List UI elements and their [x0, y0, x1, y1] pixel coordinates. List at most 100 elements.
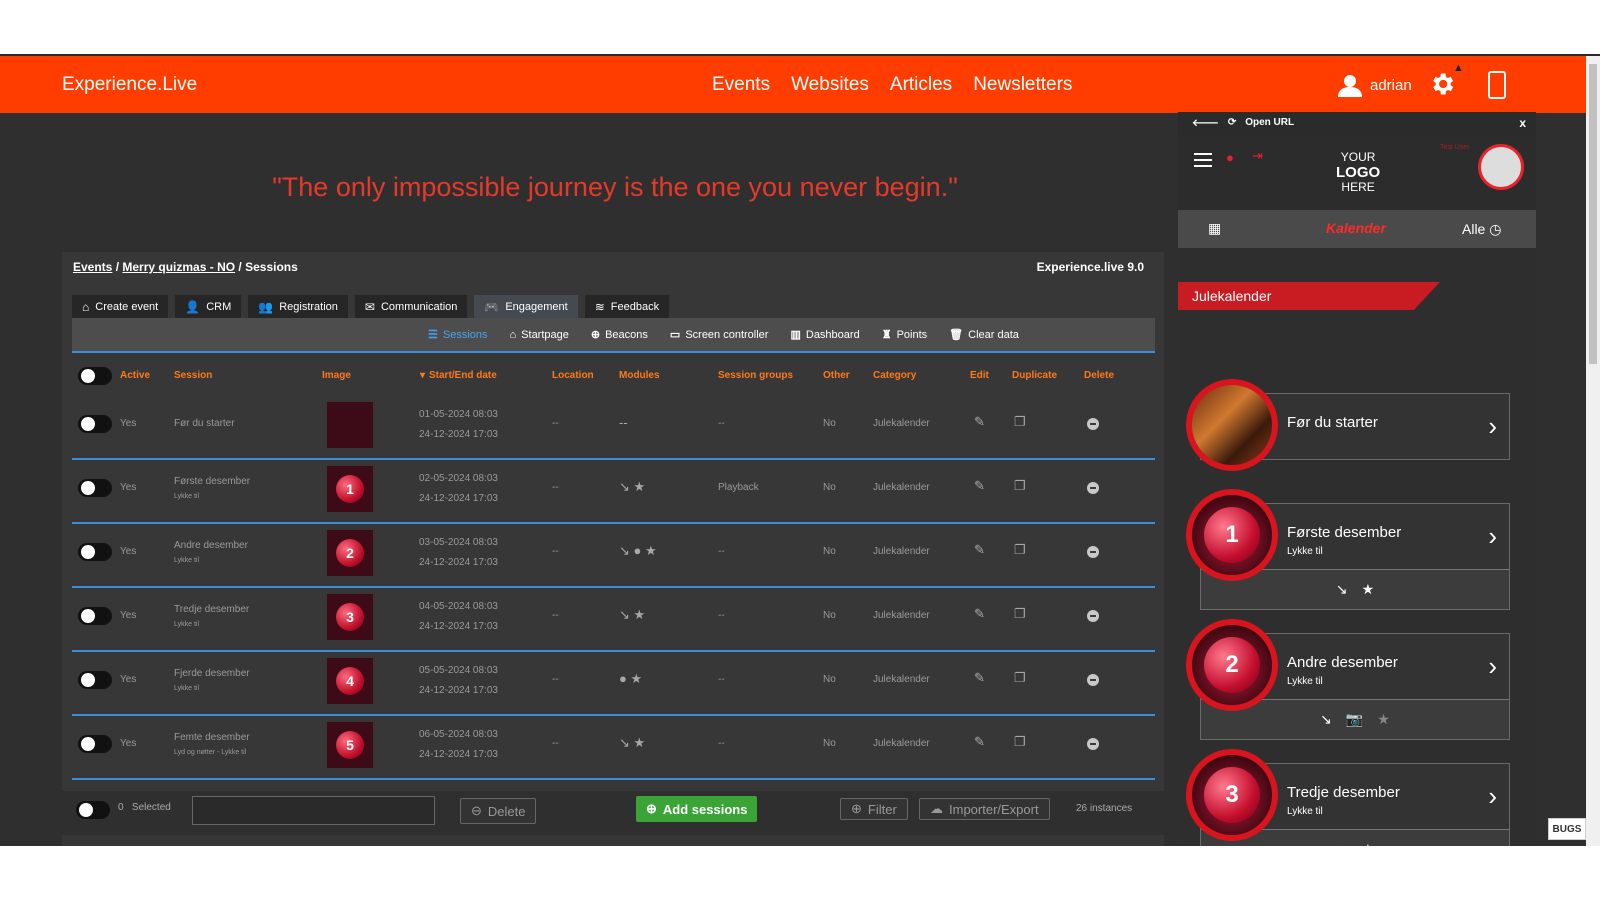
active-toggle[interactable]: [78, 543, 112, 561]
edit-pencil-icon[interactable]: ✎: [974, 606, 985, 622]
filter-all[interactable]: Alle ◷: [1462, 221, 1501, 238]
active-toggle[interactable]: [78, 415, 112, 433]
duplicate-icon[interactable]: ❐: [1014, 478, 1026, 494]
refresh-icon[interactable]: ⟳: [1228, 117, 1236, 129]
open-url-link[interactable]: Open URL: [1245, 117, 1294, 129]
col-category[interactable]: Category: [873, 370, 916, 381]
col-start-end-date[interactable]: Start/End date: [429, 370, 497, 381]
brand-logo[interactable]: Experience.Live: [62, 74, 197, 96]
nav-websites[interactable]: Websites: [791, 74, 869, 96]
breadcrumb-current: Sessions: [245, 260, 298, 274]
table-row[interactable]: Yes Første desember Lykke til 1 02-05-20…: [72, 460, 1155, 524]
tab-crm[interactable]: 👤 CRM: [175, 295, 242, 318]
avatar[interactable]: [1478, 144, 1524, 190]
scrollbar-thumb[interactable]: [1589, 64, 1597, 364]
chevron-right-icon[interactable]: ›: [1488, 521, 1497, 552]
edit-pencil-icon[interactable]: ✎: [974, 542, 985, 558]
table-row[interactable]: Yes Fjerde desember Lykke til 4 05-05-20…: [72, 652, 1155, 716]
subnav-startpage[interactable]: ⌂ Startpage: [510, 328, 569, 341]
active-toggle[interactable]: [78, 607, 112, 625]
back-arrow-icon[interactable]: 🡐: [1192, 117, 1219, 129]
breadcrumb-event[interactable]: Merry quizmas - NO: [122, 260, 235, 274]
col-location[interactable]: Location: [552, 370, 594, 381]
logout-icon[interactable]: ⇥: [1252, 148, 1263, 164]
active-toggle[interactable]: [78, 479, 112, 497]
chevron-right-icon[interactable]: ›: [1488, 781, 1497, 812]
warning-icon[interactable]: ▲: [1453, 62, 1464, 74]
tab-registration[interactable]: 👥 Registration: [248, 295, 348, 318]
subnav-points[interactable]: ♜ Points: [882, 328, 927, 342]
session-name[interactable]: Fjerde desember: [174, 668, 250, 679]
table-row[interactable]: Yes Andre desember Lykke til 2 03-05-202…: [72, 524, 1155, 588]
hamburger-menu-icon[interactable]: [1194, 153, 1212, 171]
tab-communication[interactable]: ✉ Communication: [354, 295, 468, 318]
active-value: Yes: [120, 610, 137, 621]
add-sessions-button[interactable]: ⊕ Add sessions: [636, 796, 758, 822]
nav-events[interactable]: Events: [712, 74, 770, 96]
tab-feedback[interactable]: ≋ Feedback: [584, 295, 670, 318]
subnav-screen-controller[interactable]: ▭ Screen controller: [670, 328, 769, 342]
session-name[interactable]: Tredje desember: [174, 604, 249, 615]
delete-minus-icon[interactable]: [1087, 738, 1099, 750]
session-name[interactable]: Første desember: [174, 476, 250, 487]
duplicate-icon[interactable]: ❐: [1014, 542, 1026, 558]
settings-gear-icon[interactable]: [1428, 70, 1456, 98]
delete-minus-icon[interactable]: [1087, 674, 1099, 686]
delete-minus-icon[interactable]: [1087, 610, 1099, 622]
col-active[interactable]: Active: [120, 370, 150, 381]
table-row[interactable]: Yes Før du starter 01-05-2024 08:03 24-1…: [72, 396, 1155, 460]
bulk-action-input[interactable]: [192, 796, 435, 825]
session-name[interactable]: Før du starter: [174, 418, 235, 429]
motivational-quote: "The only impossible journey is the one …: [272, 172, 958, 202]
subnav-beacons[interactable]: ⊕ Beacons: [591, 328, 648, 342]
other-value: No: [823, 546, 836, 557]
mobile-preview-icon[interactable]: [1488, 71, 1506, 99]
duplicate-icon[interactable]: ❐: [1014, 670, 1026, 686]
col-session[interactable]: Session: [174, 370, 212, 381]
filter-button[interactable]: ⊕ Filter: [840, 798, 908, 820]
chevron-right-icon[interactable]: ›: [1488, 651, 1497, 682]
delete-minus-icon[interactable]: [1087, 418, 1099, 430]
active-toggle[interactable]: [78, 671, 112, 689]
edit-pencil-icon[interactable]: ✎: [974, 734, 985, 750]
bulk-select-toggle[interactable]: [76, 801, 110, 819]
modules-icons: ↘ ★: [619, 735, 646, 750]
nav-articles[interactable]: Articles: [890, 74, 952, 96]
table-row[interactable]: Yes Femte desember Lyd og nøtter - Lykke…: [72, 716, 1155, 780]
duplicate-icon[interactable]: ❐: [1014, 606, 1026, 622]
session-name[interactable]: Andre desember: [174, 540, 248, 551]
bugs-button[interactable]: BUGS: [1548, 818, 1586, 840]
import-export-button[interactable]: ☁ Importer/Export: [919, 798, 1050, 820]
delete-minus-icon[interactable]: [1087, 482, 1099, 494]
delete-button[interactable]: ⊖ Delete: [460, 798, 537, 824]
chevron-right-icon[interactable]: ›: [1488, 411, 1497, 442]
session-name[interactable]: Femte desember: [174, 732, 250, 743]
breadcrumb-events[interactable]: Events: [73, 260, 112, 274]
modules-icons: --: [619, 415, 628, 430]
calendar-icon[interactable]: ▦: [1208, 220, 1221, 237]
col-other: Other: [823, 370, 850, 381]
edit-pencil-icon[interactable]: ✎: [974, 670, 985, 686]
bell-icon[interactable]: ●: [1226, 150, 1234, 165]
tab-create-event[interactable]: ⌂ Create event: [72, 295, 169, 318]
edit-pencil-icon[interactable]: ✎: [974, 478, 985, 494]
category-value: Julekalender: [873, 674, 930, 685]
delete-minus-icon[interactable]: [1087, 546, 1099, 558]
test-user-label: Test User: [1440, 144, 1470, 151]
subnav-clear-data[interactable]: 🗑 Clear data: [949, 328, 1019, 342]
card-subtitle: Lykke til: [1287, 806, 1323, 817]
edit-pencil-icon[interactable]: ✎: [974, 414, 985, 430]
page-scrollbar[interactable]: [1586, 56, 1600, 846]
active-toggle[interactable]: [78, 735, 112, 753]
user-menu[interactable]: adrian: [1338, 73, 1412, 97]
select-all-toggle[interactable]: [78, 367, 112, 385]
close-icon[interactable]: x: [1519, 116, 1526, 130]
nav-newsletters[interactable]: Newsletters: [973, 74, 1072, 96]
duplicate-icon[interactable]: ❐: [1014, 734, 1026, 750]
tab-engagement[interactable]: 🎮 Engagement: [474, 295, 578, 318]
subnav-dashboard[interactable]: ▥ Dashboard: [790, 328, 859, 342]
mail-icon: ✉: [364, 299, 375, 314]
duplicate-icon[interactable]: ❐: [1014, 414, 1026, 430]
table-row[interactable]: Yes Tredje desember Lykke til 3 04-05-20…: [72, 588, 1155, 652]
subnav-sessions[interactable]: ☰ Sessions: [428, 328, 488, 342]
